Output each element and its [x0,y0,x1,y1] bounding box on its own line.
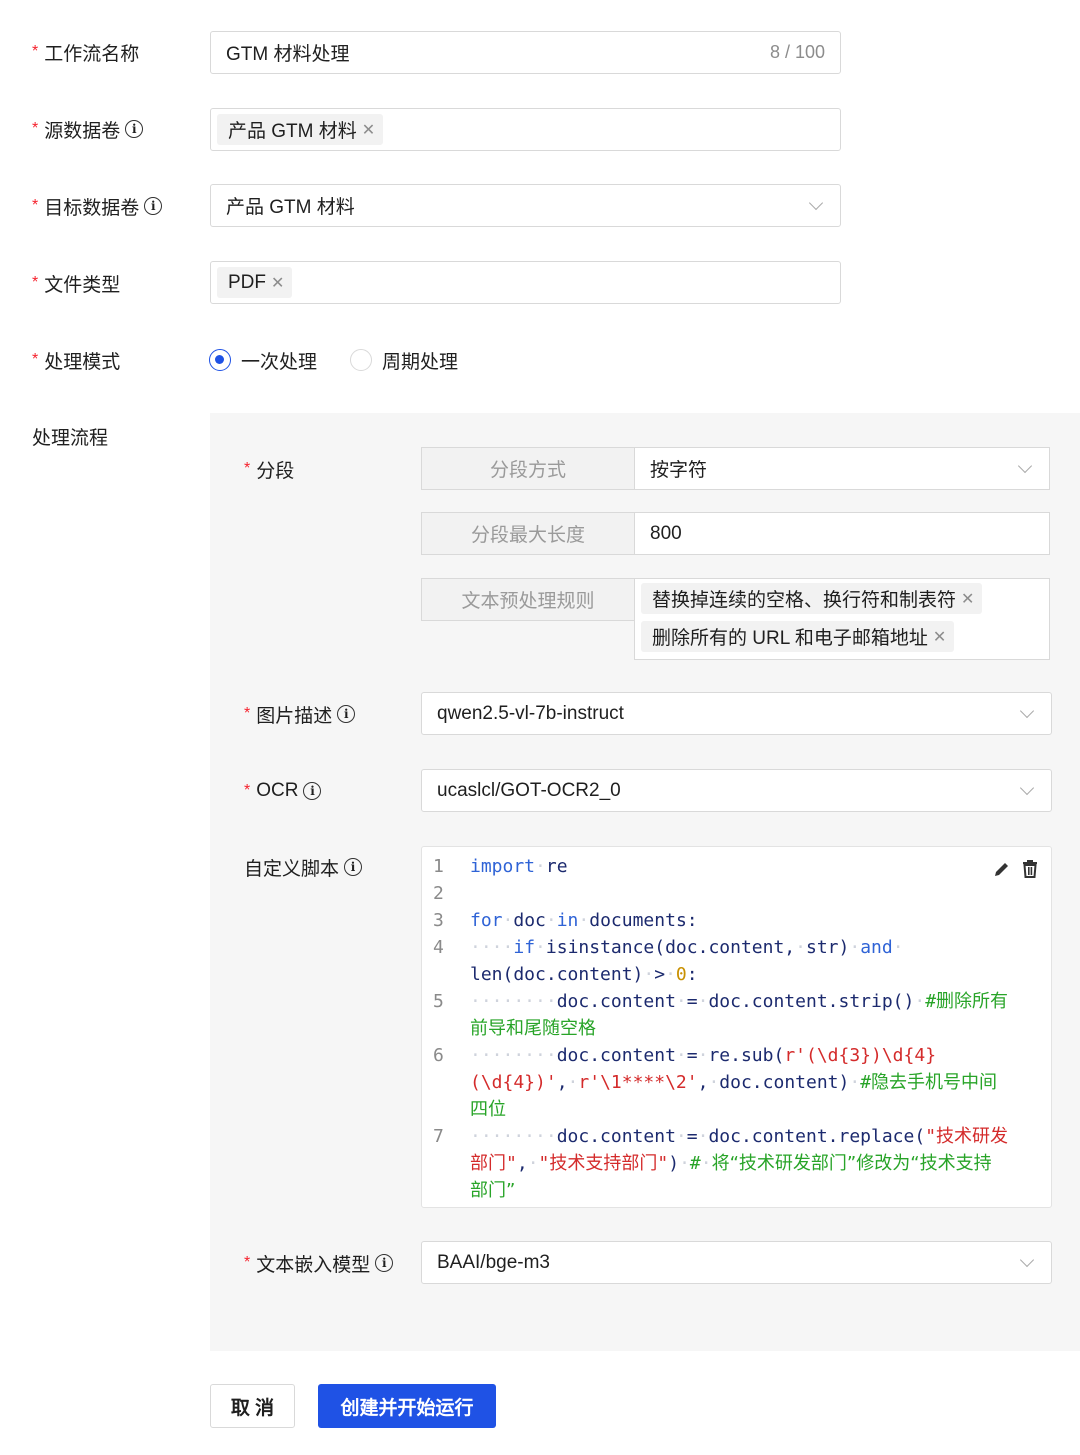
ocr-select[interactable]: ucaslcl/GOT-OCR2_0 [421,769,1052,812]
target-volume-select[interactable]: 产品 GTM 材料 [210,184,841,227]
code-line: 2 [433,883,444,904]
file-type-select[interactable]: PDF ✕ [210,261,841,304]
preprocess-rules-select[interactable]: 替换掉连续的空格、换行符和制表符 ✕ 删除所有的 URL 和电子邮箱地址 ✕ [634,578,1050,660]
info-circle-icon[interactable]: i [125,120,144,138]
workflow-name-label: * 工作流名称 [32,43,140,65]
process-mode-radio-group: 一次处理 周期处理 [209,347,458,374]
code-line: 5 ········doc.content·=·doc.content.stri… [433,991,1009,1012]
source-volume-select[interactable]: 产品 GTM 材料 ✕ [210,108,841,151]
required-mark: * [32,351,39,368]
required-mark: * [32,274,39,291]
close-icon[interactable]: ✕ [271,273,284,293]
custom-script-label: 自定义脚本 i [244,855,363,880]
rule-tag: 替换掉连续的空格、换行符和制表符 ✕ [641,583,983,614]
code-line: (\d{4})',·r'\1****\2',·doc.content)·#隐去手… [470,1072,998,1093]
required-mark: * [244,782,251,799]
chevron-down-icon [1019,703,1035,718]
embedding-label: * 文本嵌入模型 i [244,1251,394,1276]
radio-checked-icon[interactable] [209,349,231,371]
image-desc-label: * 图片描述 i [244,702,356,727]
code-line: 6 ········doc.content·=·re.sub(r'(\d{3})… [433,1045,937,1066]
segment-label: * 分段 [244,460,295,482]
char-counter: 8 / 100 [769,42,825,62]
required-mark: * [244,460,251,477]
create-and-run-button[interactable]: 创建并开始运行 [318,1384,496,1428]
code-line: 4 ····if·isinstance(doc.content,·str)·an… [433,937,904,958]
chevron-down-icon [808,195,824,210]
required-mark: * [32,120,39,137]
target-volume-label: * 目标数据卷 i [32,194,163,219]
preprocess-rules-addon: 文本预处理规则 [421,578,635,621]
info-circle-icon[interactable]: i [344,858,363,876]
required-mark: * [32,197,39,214]
code-line: 部门” [470,1180,516,1201]
code-line: 四位 [470,1099,506,1120]
chevron-down-icon [1017,458,1033,473]
info-circle-icon[interactable]: i [144,197,163,215]
close-icon[interactable]: ✕ [362,120,375,140]
close-icon[interactable]: ✕ [961,589,974,609]
required-mark: * [244,1254,251,1271]
code-line: len(doc.content)·>·0: [470,964,698,985]
source-volume-tag: 产品 GTM 材料 ✕ [217,114,384,145]
close-icon[interactable]: ✕ [933,627,946,647]
chevron-down-icon [1019,780,1035,795]
required-mark: * [32,43,39,60]
code-line: 部门",·"技术支持部门")·#·将“技术研发部门”修改为“技术支持 [470,1153,992,1174]
ocr-label: * OCR i [244,779,322,803]
radio-unchecked-icon[interactable] [350,349,373,371]
process-mode-label: * 处理模式 [32,351,121,373]
rule-tag: 删除所有的 URL 和电子邮箱地址 ✕ [641,621,955,652]
chevron-down-icon [1019,1252,1035,1267]
segment-method-select[interactable]: 按字符 [634,447,1050,490]
radio-periodic[interactable]: 周期处理 [350,347,458,374]
file-type-label: * 文件类型 [32,274,121,296]
image-desc-select[interactable]: qwen2.5-vl-7b-instruct [421,692,1052,735]
info-circle-icon[interactable]: i [375,1254,394,1272]
embedding-select[interactable]: BAAI/bge-m3 [421,1241,1052,1284]
segment-method-addon: 分段方式 [421,447,635,490]
radio-once[interactable]: 一次处理 [209,347,317,374]
workflow-name-input[interactable]: GTM 材料处理 8 / 100 [210,31,841,74]
custom-script-editor[interactable]: 1 import·re 2 3 for·doc·in·documents: 4 … [421,846,1052,1208]
cancel-button[interactable]: 取 消 [210,1384,295,1428]
code-line: 1 import·re [433,856,568,877]
segment-maxlen-addon: 分段最大长度 [421,512,635,555]
info-circle-icon[interactable]: i [337,705,356,723]
code-line: 前导和尾随空格 [470,1018,596,1039]
pipeline-label: 处理流程 [32,427,109,449]
code-line: 7 ········doc.content·=·doc.content.repl… [433,1126,1009,1147]
code-line: 3 for·doc·in·documents: [433,910,698,931]
source-volume-label: * 源数据卷 i [32,117,144,142]
required-mark: * [244,705,251,722]
segment-maxlen-input[interactable]: 800 [634,512,1050,555]
info-circle-icon[interactable]: i [303,782,322,800]
file-type-tag: PDF ✕ [217,267,293,298]
